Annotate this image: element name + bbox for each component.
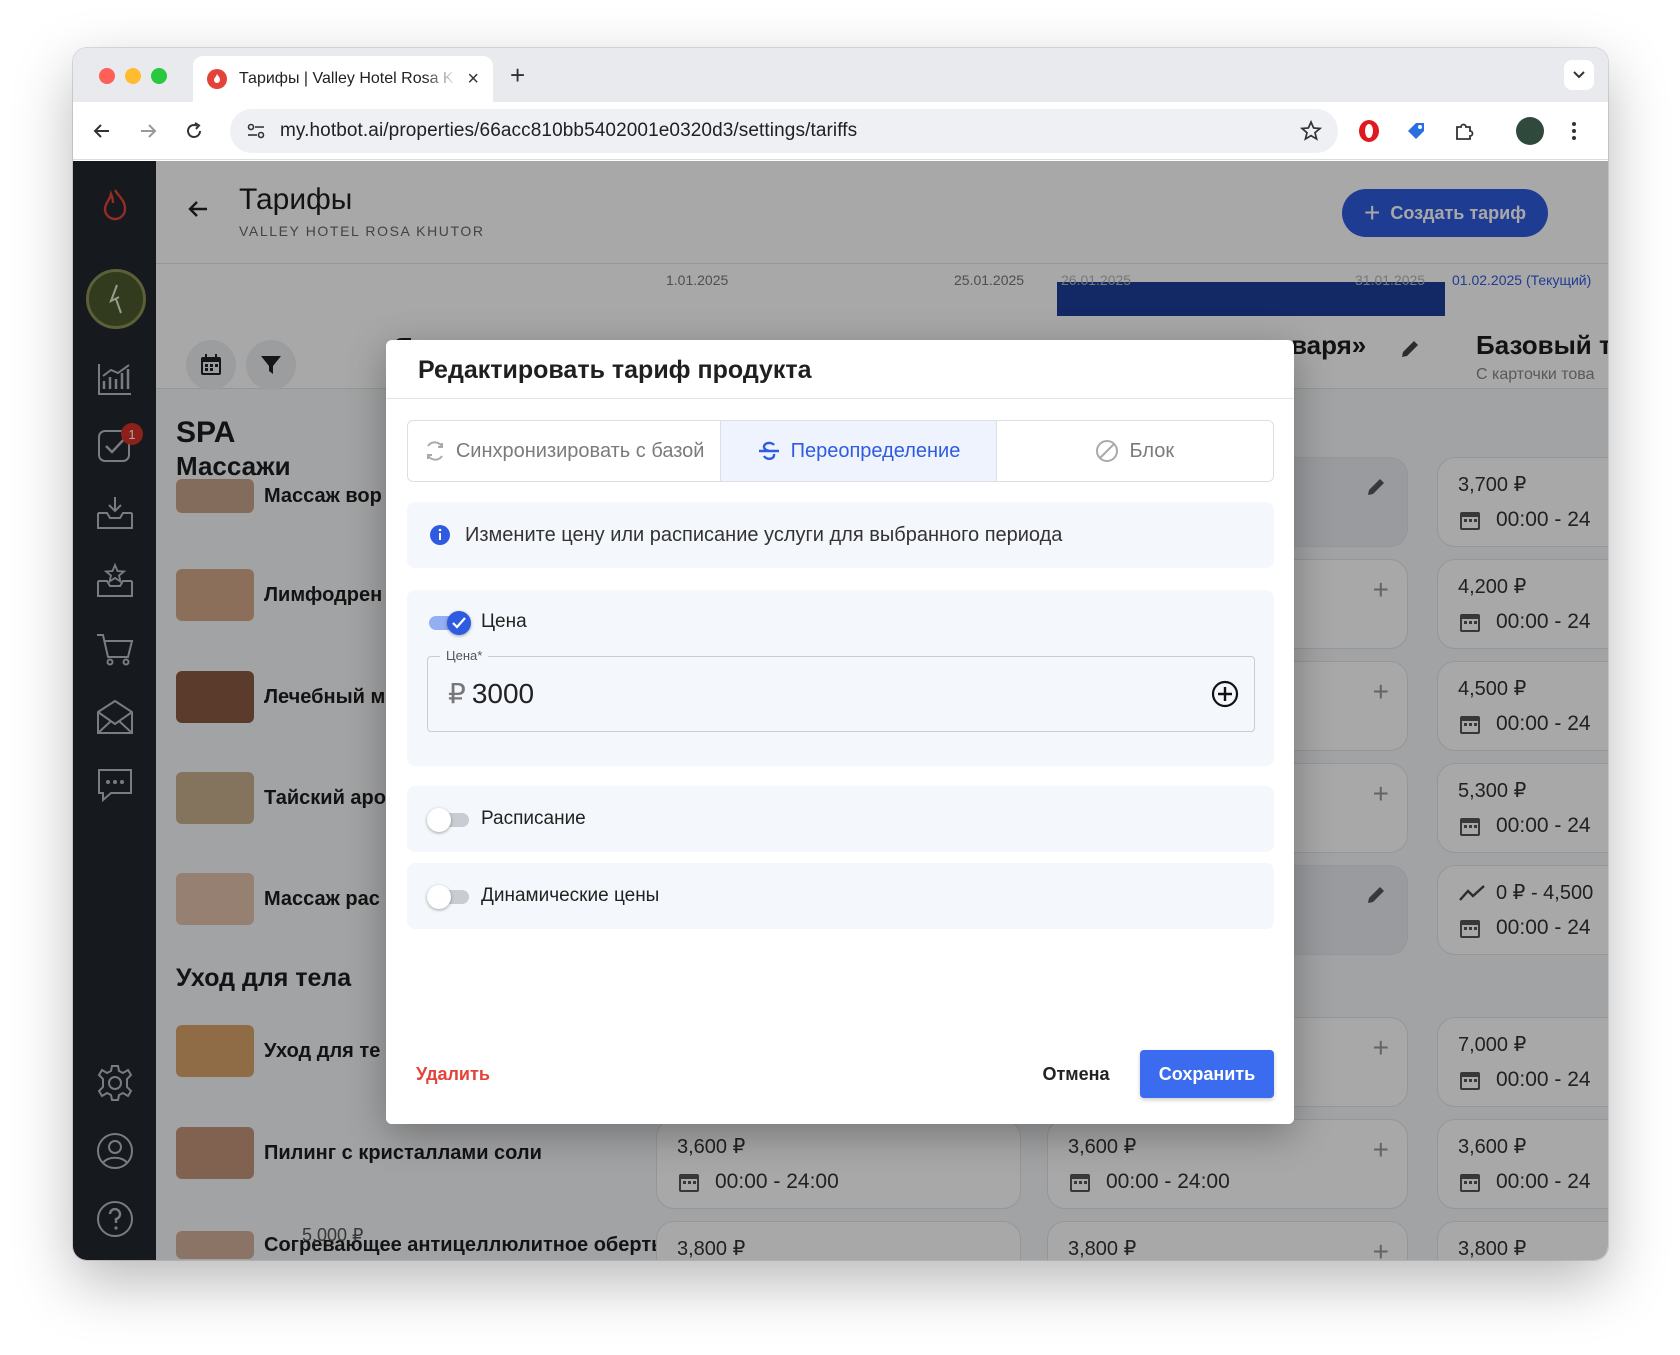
browser-window: Тарифы | Valley Hotel Rosa K × + my.hotb… [73, 48, 1608, 1260]
dynamic-pricing-panel: Динамические цены [407, 863, 1274, 929]
browser-menu-icon[interactable] [1561, 118, 1587, 144]
mode-label: Синхронизировать с базой [455, 439, 705, 462]
price-toggle-label: Цена [481, 611, 527, 632]
mode-label: Блок [1129, 439, 1175, 462]
new-tab-button[interactable]: + [510, 60, 525, 91]
mode-sync-with-base[interactable]: Синхронизировать с базой [408, 421, 722, 481]
tab-search-button[interactable] [1564, 60, 1594, 90]
back-button[interactable] [85, 114, 119, 148]
tab-bar: Тарифы | Valley Hotel Rosa K × + [73, 48, 1608, 102]
reload-icon [187, 122, 201, 138]
puzzle-extensions-icon[interactable] [1451, 118, 1477, 144]
url-text: my.hotbot.ai/properties/66acc810bb540200… [280, 120, 858, 141]
mode-override[interactable]: Переопределение [721, 421, 997, 481]
info-icon [430, 525, 450, 545]
chevron-down-icon [1573, 71, 1585, 79]
profile-avatar[interactable] [1516, 117, 1544, 145]
browser-tab[interactable]: Тарифы | Valley Hotel Rosa K × [193, 56, 493, 102]
price-amount: 3000 [471, 678, 535, 709]
save-button[interactable]: Сохранить [1140, 1050, 1274, 1098]
forward-button[interactable] [131, 114, 165, 148]
cancel-button[interactable]: Отмена [1024, 1050, 1128, 1098]
bookmark-star-icon[interactable] [1300, 120, 1322, 142]
price-field-label: Цена* [440, 648, 489, 663]
dialog-divider [386, 398, 1294, 399]
strikethrough-icon [758, 441, 779, 460]
price-toggle[interactable] [427, 610, 473, 635]
dynamic-toggle-row: Динамические цены [427, 884, 660, 909]
delete-button[interactable]: Удалить [416, 1064, 490, 1085]
price-toggle-row: Цена [427, 610, 527, 635]
schedule-toggle[interactable] [427, 807, 473, 832]
tab-close-icon[interactable]: × [467, 69, 479, 89]
schedule-toggle-label: Расписание [481, 808, 586, 829]
timeline-date: 26.01.2025 [1061, 272, 1132, 288]
check-icon [452, 617, 466, 629]
arrow-left-icon [93, 124, 109, 138]
schedule-toggle-row: Расписание [427, 807, 586, 832]
block-icon [1096, 440, 1119, 462]
dynamic-pricing-toggle[interactable] [427, 884, 473, 909]
close-window-button[interactable] [99, 68, 115, 84]
price-input[interactable]: Цена* ₽3000 [427, 648, 1255, 732]
browser-toolbar: my.hotbot.ai/properties/66acc810bb540200… [73, 102, 1608, 160]
sync-icon [426, 441, 443, 461]
schedule-panel: Расписание [407, 786, 1274, 852]
minimize-window-button[interactable] [125, 68, 141, 84]
flame-favicon-icon [207, 69, 227, 89]
currency-symbol: ₽ [448, 678, 466, 709]
mode-label: Переопределение [790, 439, 961, 462]
address-bar[interactable]: my.hotbot.ai/properties/66acc810bb540200… [230, 109, 1338, 153]
add-circle-icon[interactable] [1210, 679, 1240, 714]
tariff-mode-selector: Синхронизировать с базой Переопределение… [407, 420, 1274, 482]
info-text: Измените цену или расписание услуги для … [465, 523, 1063, 546]
tag-extension-icon[interactable] [1403, 118, 1429, 144]
info-banner: Измените цену или расписание услуги для … [407, 502, 1274, 568]
tab-title: Тарифы | Valley Hotel Rosa K [239, 70, 454, 87]
price-value: ₽3000 [448, 677, 534, 710]
opera-extension-icon[interactable] [1356, 118, 1382, 144]
timeline-date: 31.01.2025 [1355, 272, 1426, 288]
dialog-title: Редактировать тариф продукта [418, 356, 812, 384]
mode-block[interactable]: Блок [997, 421, 1273, 481]
dynamic-toggle-label: Динамические цены [481, 885, 660, 906]
dialog-footer: Удалить Отмена Сохранить [386, 1024, 1294, 1124]
arrow-right-icon [141, 124, 157, 138]
reload-button[interactable] [177, 114, 211, 148]
site-settings-icon[interactable] [246, 122, 266, 140]
price-panel: Цена Цена* ₽3000 [407, 590, 1274, 766]
edit-tariff-dialog: Редактировать тариф продукта Синхронизир… [386, 340, 1294, 1124]
maximize-window-button[interactable] [151, 68, 167, 84]
